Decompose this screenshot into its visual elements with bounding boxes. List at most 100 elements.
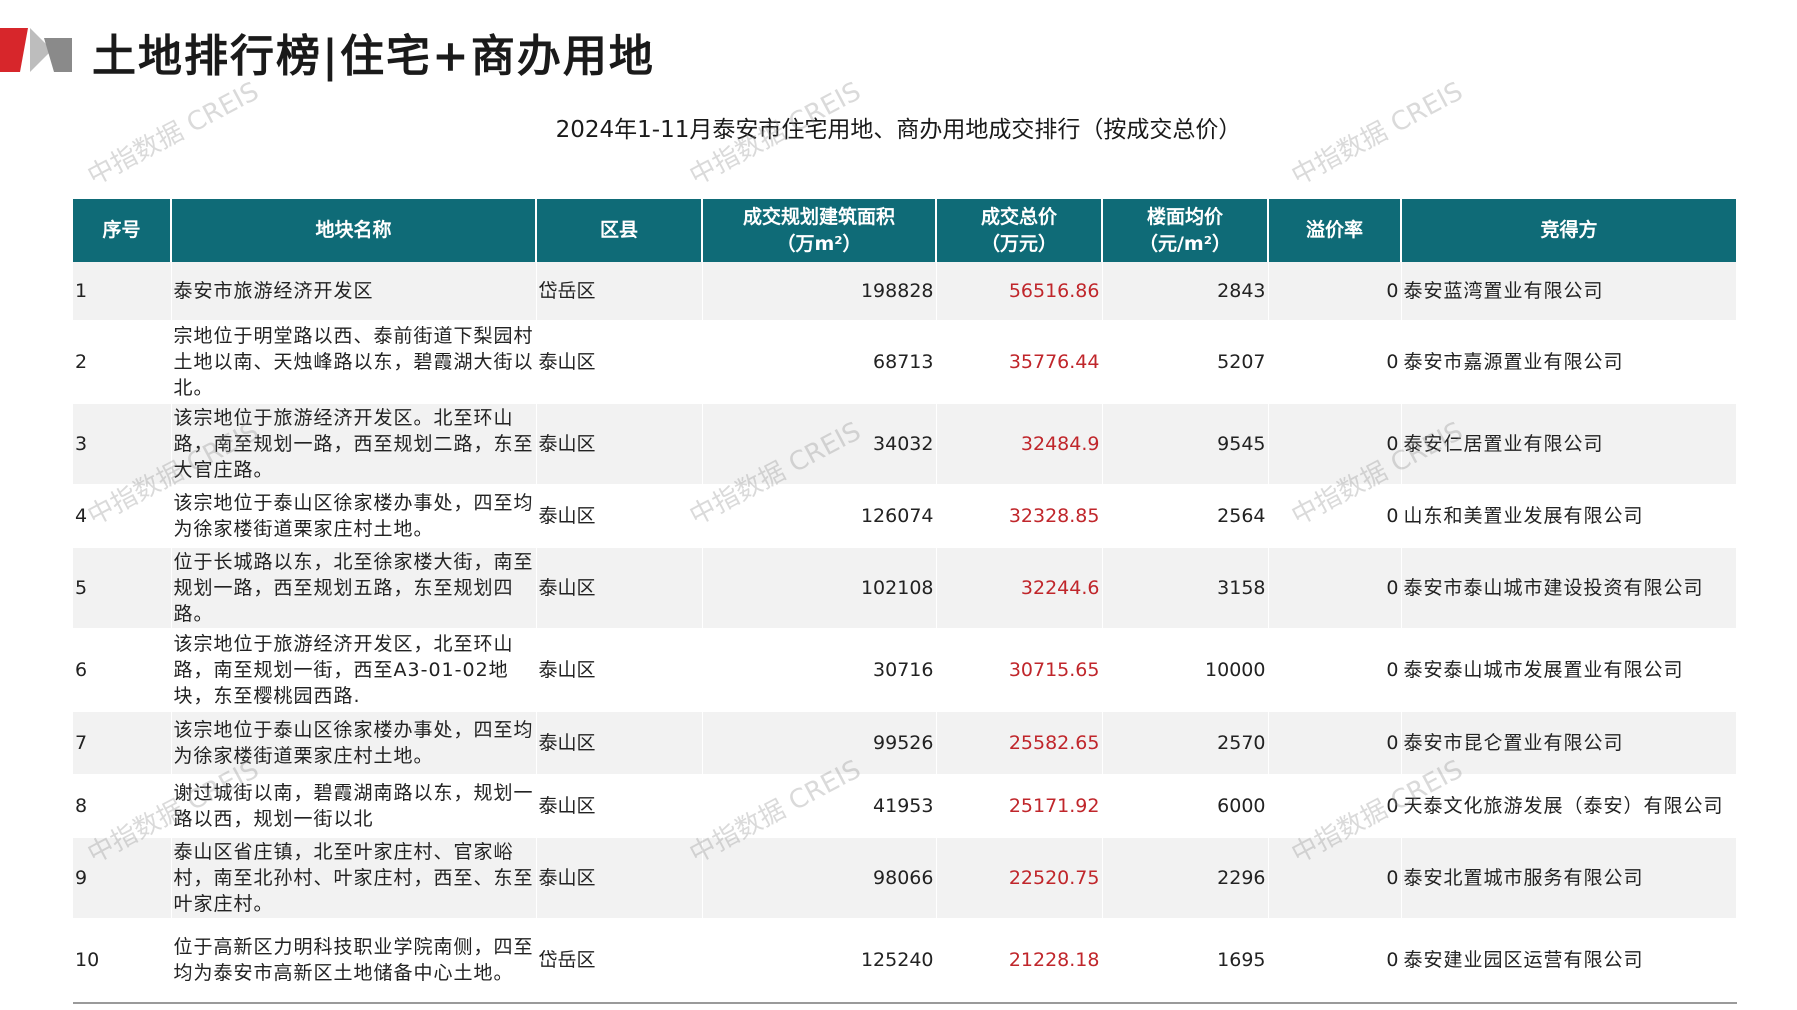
cell-name: 泰安市旅游经济开发区: [171, 262, 537, 320]
cell-no: 4: [73, 484, 172, 548]
cell-unit-price: 5207: [1102, 320, 1269, 404]
cell-no: 7: [73, 712, 172, 774]
table-row: 10 位于高新区力明科技职业学院南侧，四至均为泰安市高新区土地储备中心土地。 岱…: [73, 918, 1737, 1004]
header-unit-price: 楼面均价 （元/m²）: [1102, 199, 1269, 262]
cell-premium: 0: [1268, 262, 1402, 320]
cell-no: 8: [73, 774, 172, 838]
cell-area: 198828: [702, 262, 937, 320]
table-row: 4 该宗地位于泰山区徐家楼办事处，四至均为徐家楼街道栗家庄村土地。 泰山区 12…: [73, 484, 1737, 548]
header-name: 地块名称: [171, 199, 537, 262]
cell-no: 10: [73, 918, 172, 1004]
cell-total-price: 32484.9: [936, 404, 1103, 484]
cell-unit-price: 2843: [1102, 262, 1269, 320]
cell-buyer: 泰安市昆仑置业有限公司: [1401, 712, 1737, 774]
cell-buyer: 泰安市泰山城市建设投资有限公司: [1401, 548, 1737, 628]
cell-buyer: 泰安泰山城市发展置业有限公司: [1401, 628, 1737, 712]
header-total-price: 成交总价 （万元）: [936, 199, 1103, 262]
table-title: 2024年1-11月泰安市住宅用地、商办用地成交排行（按成交总价）: [555, 117, 1242, 143]
cell-total-price: 32244.6: [936, 548, 1103, 628]
cell-no: 3: [73, 404, 172, 484]
cell-no: 6: [73, 628, 172, 712]
cell-name: 位于高新区力明科技职业学院南侧，四至均为泰安市高新区土地储备中心土地。: [171, 918, 537, 1004]
cell-unit-price: 10000: [1102, 628, 1269, 712]
cell-premium: 0: [1268, 484, 1402, 548]
cell-premium: 0: [1268, 320, 1402, 404]
table-row: 2 宗地位于明堂路以西、泰前街道下梨园村土地以南、天烛峰路以东，碧霞湖大街以北。…: [73, 320, 1737, 404]
cell-district: 泰山区: [536, 712, 703, 774]
cell-total-price: 22520.75: [936, 838, 1103, 918]
cell-name: 该宗地位于旅游经济开发区。北至环山路，南至规划一路，西至规划二路，东至大官庄路。: [171, 404, 537, 484]
cell-district: 泰山区: [536, 404, 703, 484]
header-premium: 溢价率: [1268, 199, 1402, 262]
cell-premium: 0: [1268, 712, 1402, 774]
cell-total-price: 25171.92: [936, 774, 1103, 838]
cell-area: 125240: [702, 918, 937, 1004]
page-title: 土地排行榜|住宅+商办用地: [92, 31, 655, 82]
cell-no: 9: [73, 838, 172, 918]
header-area: 成交规划建筑面积 （万m²）: [702, 199, 937, 262]
cell-name: 该宗地位于泰山区徐家楼办事处，四至均为徐家楼街道栗家庄村土地。: [171, 484, 537, 548]
table-row: 8 谢过城街以南，碧霞湖南路以东，规划一路以西，规划一街以北 泰山区 41953…: [73, 774, 1737, 838]
cell-unit-price: 3158: [1102, 548, 1269, 628]
cell-total-price: 30715.65: [936, 628, 1103, 712]
cell-total-price: 35776.44: [936, 320, 1103, 404]
cell-area: 99526: [702, 712, 937, 774]
cell-unit-price: 2570: [1102, 712, 1269, 774]
cell-district: 泰山区: [536, 484, 703, 548]
cell-total-price: 32328.85: [936, 484, 1103, 548]
cell-unit-price: 2564: [1102, 484, 1269, 548]
cell-district: 岱岳区: [536, 262, 703, 320]
cell-premium: 0: [1268, 918, 1402, 1004]
table-row: 5 位于长城路以东，北至徐家楼大街，南至规划一路，西至规划五路，东至规划四路。 …: [73, 548, 1737, 628]
cell-buyer: 泰安北置城市服务有限公司: [1401, 838, 1737, 918]
cell-area: 30716: [702, 628, 937, 712]
table-row: 6 该宗地位于旅游经济开发区，北至环山路，南至规划一街，西至A3-01-02地块…: [73, 628, 1737, 712]
cell-district: 泰山区: [536, 548, 703, 628]
header-district: 区县: [536, 199, 703, 262]
cell-district: 泰山区: [536, 774, 703, 838]
cell-premium: 0: [1268, 838, 1402, 918]
cell-total-price: 21228.18: [936, 918, 1103, 1004]
table-row: 1 泰安市旅游经济开发区 岱岳区 198828 56516.86 2843 0 …: [73, 262, 1737, 320]
cell-name: 泰山区省庄镇，北至叶家庄村、官家峪村，南至北孙村、叶家庄村，西至、东至叶家庄村。: [171, 838, 537, 918]
company-logo: [0, 28, 72, 72]
cell-district: 泰山区: [536, 838, 703, 918]
cell-premium: 0: [1268, 548, 1402, 628]
cell-name: 宗地位于明堂路以西、泰前街道下梨园村土地以南、天烛峰路以东，碧霞湖大街以北。: [171, 320, 537, 404]
cell-unit-price: 2296: [1102, 838, 1269, 918]
cell-buyer: 泰安建业园区运营有限公司: [1401, 918, 1737, 1004]
cell-premium: 0: [1268, 774, 1402, 838]
cell-name: 谢过城街以南，碧霞湖南路以东，规划一路以西，规划一街以北: [171, 774, 537, 838]
cell-area: 68713: [702, 320, 937, 404]
cell-premium: 0: [1268, 628, 1402, 712]
table-row: 3 该宗地位于旅游经济开发区。北至环山路，南至规划一路，西至规划二路，东至大官庄…: [73, 404, 1737, 484]
cell-no: 1: [73, 262, 172, 320]
header-no: 序号: [73, 199, 172, 262]
header-buyer: 竞得方: [1401, 199, 1736, 262]
table-header-row: 序号 地块名称 区县 成交规划建筑面积 （万m²） 成交总价 （万元） 楼面均价 （元…: [73, 199, 1736, 262]
cell-area: 126074: [702, 484, 937, 548]
cell-buyer: 天泰文化旅游发展（泰安）有限公司: [1401, 774, 1737, 838]
cell-total-price: 56516.86: [936, 262, 1103, 320]
cell-area: 98066: [702, 838, 937, 918]
cell-premium: 0: [1268, 404, 1402, 484]
cell-name: 该宗地位于泰山区徐家楼办事处，四至均为徐家楼街道栗家庄村土地。: [171, 712, 537, 774]
cell-district: 岱岳区: [536, 918, 703, 1004]
cell-area: 41953: [702, 774, 937, 838]
cell-buyer: 泰安仁居置业有限公司: [1401, 404, 1737, 484]
cell-unit-price: 6000: [1102, 774, 1269, 838]
cell-district: 泰山区: [536, 628, 703, 712]
cell-district: 泰山区: [536, 320, 703, 404]
cell-no: 5: [73, 548, 172, 628]
cell-total-price: 25582.65: [936, 712, 1103, 774]
cell-buyer: 泰安蓝湾置业有限公司: [1401, 262, 1737, 320]
cell-unit-price: 9545: [1102, 404, 1269, 484]
cell-area: 34032: [702, 404, 937, 484]
cell-buyer: 泰安市嘉源置业有限公司: [1401, 320, 1737, 404]
cell-name: 位于长城路以东，北至徐家楼大街，南至规划一路，西至规划五路，东至规划四路。: [171, 548, 537, 628]
cell-unit-price: 1695: [1102, 918, 1269, 1004]
cell-buyer: 山东和美置业发展有限公司: [1401, 484, 1737, 548]
table-row: 9 泰山区省庄镇，北至叶家庄村、官家峪村，南至北孙村、叶家庄村，西至、东至叶家庄…: [73, 838, 1737, 918]
cell-area: 102108: [702, 548, 937, 628]
cell-no: 2: [73, 320, 172, 404]
